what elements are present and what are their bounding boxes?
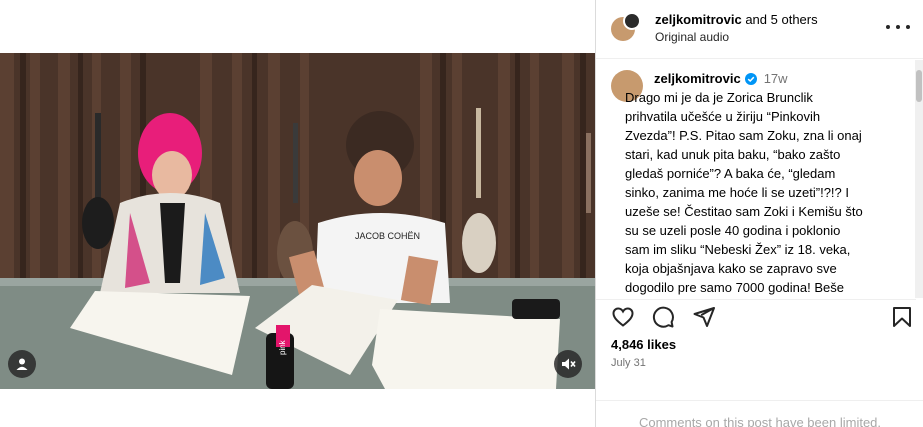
- post-header: zeljkomitrovic and 5 others Original aud…: [596, 0, 923, 59]
- caption-line: su se uzeli posle 40 godina i poklonio: [625, 223, 841, 238]
- caption-line: stari, kad unuk pita baku, “bako zašto: [625, 147, 841, 162]
- shirt-print: JACOB COHËN: [355, 231, 420, 241]
- comments-limited-notice: Comments on this post have been limited.: [596, 400, 923, 427]
- caption-line: Drago mi je da je Zorica Brunclik: [625, 90, 813, 105]
- caption-line: uzeše se! Čestitao sam Zoki i Kemišu što: [625, 204, 863, 219]
- caption-line: sam im sliku “Nebeski Žex” iz 18. veka,: [625, 242, 851, 257]
- save-button[interactable]: [890, 305, 914, 329]
- header-username[interactable]: zeljkomitrovic: [655, 12, 742, 27]
- more-options-button[interactable]: [886, 17, 910, 37]
- share-button[interactable]: [692, 305, 716, 329]
- mute-toggle-button[interactable]: [554, 350, 582, 378]
- instagram-post-view: JACOB COHËN pink zeljkomitrovic and 5 ot…: [0, 0, 923, 427]
- mic-flag-text: pink: [278, 339, 287, 355]
- scrollbar-thumb[interactable]: [916, 70, 922, 102]
- original-audio-link[interactable]: Original audio: [655, 30, 729, 44]
- more-icon: [886, 25, 890, 29]
- likes-count[interactable]: 4,846 likes: [611, 337, 676, 352]
- caption-line: Zvezda”! P.S. Pitao sam Zoku, zna li ona…: [625, 128, 862, 143]
- media-pane: JACOB COHËN pink: [0, 0, 595, 427]
- caption-line: sinko, zanima me hoće li se uzeti”!?!? I: [625, 185, 849, 200]
- caption-scrollbar[interactable]: [915, 60, 923, 298]
- post-authors: zeljkomitrovic and 5 others: [655, 12, 818, 27]
- share-icon: [693, 307, 715, 327]
- collaborator-avatar[interactable]: [623, 12, 641, 30]
- post-details-panel: zeljkomitrovic and 5 others Original aud…: [595, 0, 923, 427]
- verified-icon: [744, 73, 757, 85]
- caption-line: gledaš porniće”? A baka će, “gledam: [625, 166, 836, 181]
- caption-area: zeljkomitrovic 17w Drago mi je da je Zori…: [596, 60, 916, 298]
- caption-username[interactable]: zeljkomitrovic: [654, 71, 741, 86]
- more-icon-dot: [896, 25, 900, 29]
- caption-line: prihvatila učešće u žiriju “Pinkovih: [625, 109, 821, 124]
- more-icon-dot: [906, 25, 910, 29]
- caption-line: koja objašnjava kako se zapravo sve: [625, 261, 837, 276]
- mute-icon: [562, 358, 576, 370]
- caption-time[interactable]: 17w: [764, 71, 788, 86]
- action-bar: [596, 299, 916, 331]
- like-button[interactable]: [611, 305, 635, 329]
- user-tag-icon: [16, 358, 28, 370]
- caption-header: zeljkomitrovic 17w: [654, 71, 788, 86]
- heart-icon: [612, 307, 634, 327]
- comment-icon: [652, 306, 674, 328]
- tagged-users-button[interactable]: [8, 350, 36, 378]
- header-and-others[interactable]: and 5 others: [745, 12, 817, 27]
- bookmark-icon: [893, 307, 911, 327]
- post-video[interactable]: JACOB COHËN pink: [0, 53, 595, 389]
- caption-line: dogodilo pre samo 7000 godina! Beše: [625, 280, 844, 295]
- post-date[interactable]: July 31: [611, 357, 646, 369]
- caption-text: Drago mi je da je Zorica Brunclik prihva…: [625, 88, 905, 297]
- comment-button[interactable]: [651, 305, 675, 329]
